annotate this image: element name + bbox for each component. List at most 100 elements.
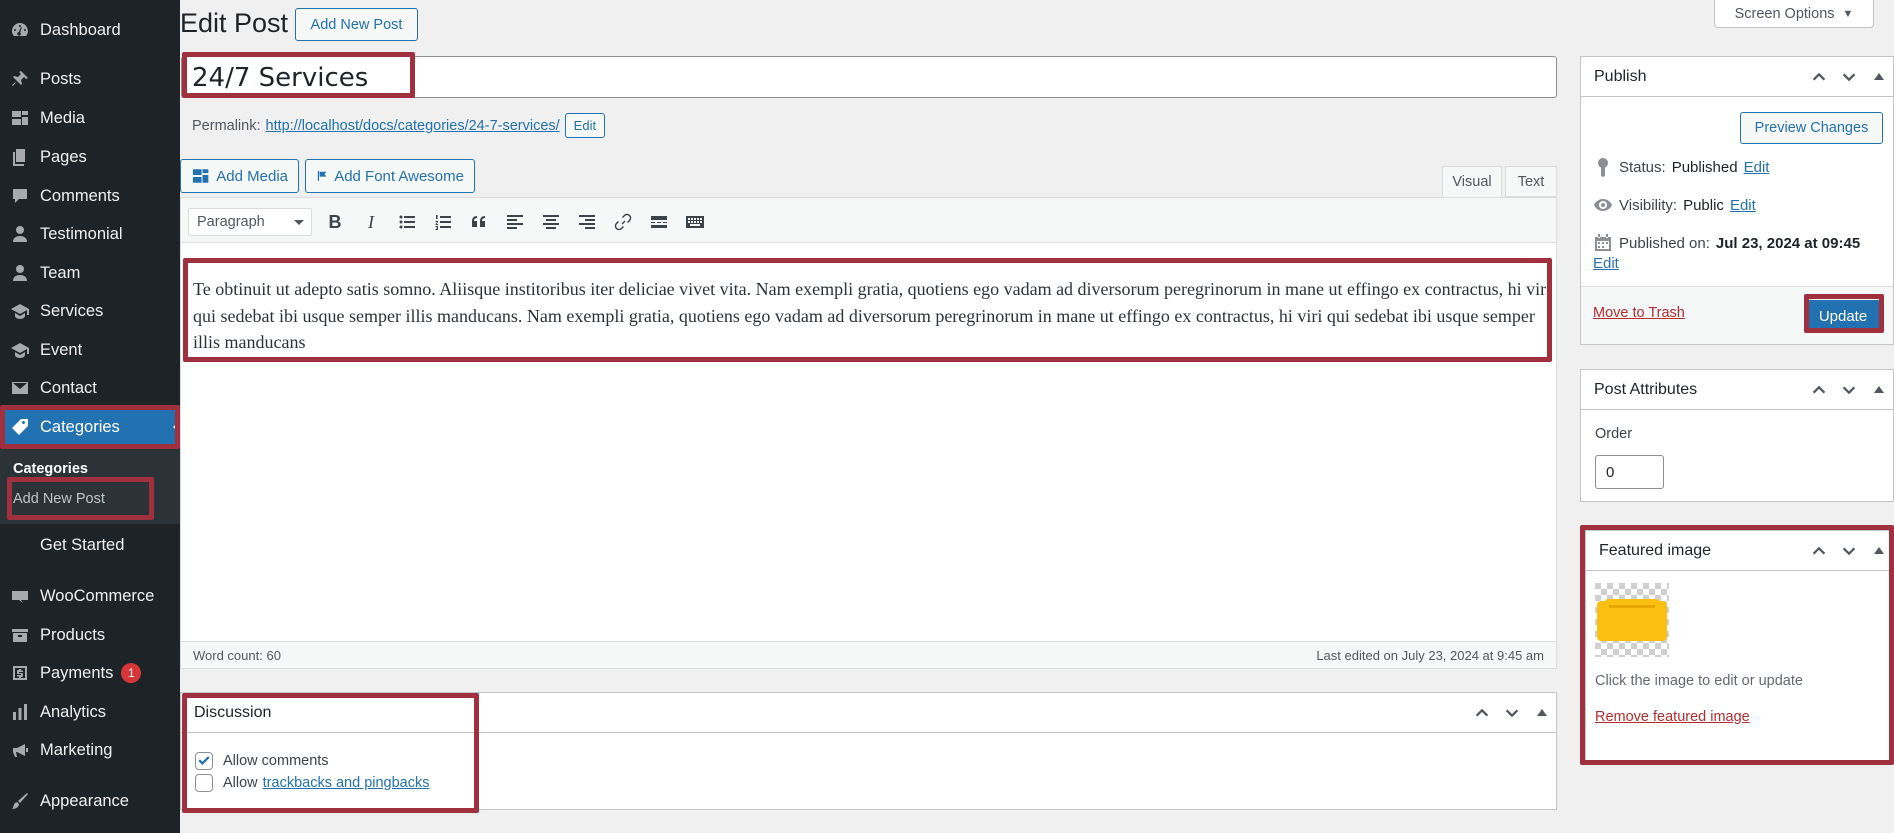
sidebar-item-get-started[interactable]: Get Started <box>0 527 180 563</box>
payments-count-badge: 1 <box>121 663 142 683</box>
preview-changes-button[interactable]: Preview Changes <box>1740 112 1883 144</box>
format-select[interactable]: Paragraph <box>188 208 312 236</box>
eye-icon <box>1594 199 1612 211</box>
dashboard-icon <box>0 20 40 40</box>
allow-comments-checkbox[interactable] <box>195 752 213 770</box>
word-count: Word count: 60 <box>193 647 281 663</box>
align-right-button[interactable] <box>573 208 601 236</box>
publish-actions: Move to Trash Update <box>1581 286 1893 344</box>
featured-image-hint: Click the image to edit or update <box>1595 673 1803 689</box>
sidebar-item-posts[interactable]: Posts <box>0 61 180 97</box>
submenu-item-categories[interactable]: Categories <box>13 461 88 477</box>
sidebar-item-appearance[interactable]: Appearance <box>0 783 180 819</box>
add-font-awesome-button[interactable]: Add Font Awesome <box>305 159 475 193</box>
align-left-button[interactable] <box>501 208 529 236</box>
person-icon <box>0 263 40 283</box>
screen-options-toggle[interactable]: Screen Options ▼ <box>1714 0 1874 28</box>
move-to-trash-link[interactable]: Move to Trash <box>1593 305 1685 321</box>
link-icon <box>614 213 632 231</box>
sidebar-item-categories[interactable]: Categories <box>0 409 180 445</box>
sidebar-item-woocommerce[interactable]: WooCommerce <box>0 578 180 614</box>
edit-date-link[interactable]: Edit <box>1593 255 1619 272</box>
dollar-icon <box>0 663 40 683</box>
order-input[interactable]: 0 <box>1595 455 1664 489</box>
toggle-panel-button[interactable] <box>1867 539 1891 563</box>
remove-featured-image-link[interactable]: Remove featured image <box>1595 709 1750 725</box>
calendar-icon <box>1595 234 1611 251</box>
sidebar-item-comments[interactable]: Comments <box>0 178 180 214</box>
move-up-button[interactable] <box>1807 539 1831 563</box>
update-button[interactable]: Update <box>1805 300 1881 332</box>
sidebar-item-payments[interactable]: Payments 1 <box>0 655 180 691</box>
caret-down-icon: ▼ <box>1842 7 1854 20</box>
person-icon <box>0 224 40 244</box>
media-icon <box>0 108 40 128</box>
bullet-list-button[interactable] <box>393 208 421 236</box>
sidebar-item-testimonial[interactable]: Testimonial <box>0 216 180 252</box>
discussion-title: Discussion <box>194 703 272 721</box>
toggle-panel-button[interactable] <box>1867 65 1891 89</box>
flag-icon <box>317 171 327 181</box>
tab-visual[interactable]: Visual <box>1442 166 1502 197</box>
comment-icon <box>0 186 40 206</box>
sidebar-item-pages[interactable]: Pages <box>0 139 180 175</box>
numbered-list-icon <box>435 215 451 230</box>
toggle-panel-button[interactable] <box>1867 378 1891 402</box>
move-down-button[interactable] <box>1837 539 1861 563</box>
editor-toolbar: Paragraph B I <box>181 198 1556 243</box>
move-up-button[interactable] <box>1807 378 1831 402</box>
featured-image-thumbnail[interactable] <box>1595 583 1669 657</box>
blockquote-button[interactable] <box>465 208 493 236</box>
read-more-icon <box>651 216 667 228</box>
move-down-button[interactable] <box>1500 701 1524 725</box>
allow-trackbacks-checkbox[interactable] <box>195 774 213 792</box>
chevron-up-icon <box>1475 708 1489 717</box>
toggle-panel-button[interactable] <box>1530 701 1554 725</box>
keyboard-icon <box>686 216 704 228</box>
tab-text[interactable]: Text <box>1505 166 1557 197</box>
permalink-link[interactable]: http://localhost/docs/categories/24-7-se… <box>266 118 560 134</box>
archive-icon <box>0 625 40 645</box>
align-center-icon <box>543 215 559 229</box>
edit-status-link[interactable]: Edit <box>1744 159 1770 176</box>
sidebar-item-products[interactable]: Products <box>0 617 180 653</box>
sidebar-item-marketing[interactable]: Marketing <box>0 732 180 768</box>
bold-button[interactable]: B <box>321 208 349 236</box>
graduation-cap-icon <box>0 301 40 321</box>
move-up-button[interactable] <box>1470 701 1494 725</box>
add-new-post-button[interactable]: Add New Post <box>295 8 418 41</box>
permalink-edit-button[interactable]: Edit <box>564 113 606 138</box>
move-down-button[interactable] <box>1837 378 1861 402</box>
align-center-button[interactable] <box>537 208 565 236</box>
quote-icon <box>472 216 485 227</box>
caret-up-icon <box>1874 547 1884 554</box>
move-up-button[interactable] <box>1807 65 1831 89</box>
permalink-row: Permalink: http://localhost/docs/categor… <box>192 113 606 138</box>
admin-sidebar: Dashboard Posts Media Pages Comments Tes… <box>0 0 180 833</box>
sidebar-item-contact[interactable]: Contact <box>0 370 180 406</box>
read-more-button[interactable] <box>645 208 673 236</box>
sidebar-item-event[interactable]: Event <box>0 332 180 368</box>
sidebar-item-services[interactable]: Services <box>0 293 180 329</box>
toolbar-toggle-button[interactable] <box>681 208 709 236</box>
submenu-item-add-new-post[interactable]: Add New Post <box>13 491 105 507</box>
publish-box: Publish Preview Changes Status: Publishe… <box>1580 56 1894 345</box>
trackbacks-link[interactable]: trackbacks and pingbacks <box>263 775 430 791</box>
edit-visibility-link[interactable]: Edit <box>1730 197 1756 214</box>
add-media-button[interactable]: Add Media <box>180 159 299 193</box>
numbered-list-button[interactable] <box>429 208 457 236</box>
chevron-down-icon <box>1842 73 1856 82</box>
sidebar-item-analytics[interactable]: Analytics <box>0 694 180 730</box>
sidebar-item-team[interactable]: Team <box>0 255 180 291</box>
insert-link-button[interactable] <box>609 208 637 236</box>
post-title-input[interactable]: 24/7 Services <box>181 56 1557 98</box>
editor-status-bar: Word count: 60 Last edited on July 23, 2… <box>181 641 1556 668</box>
sidebar-item-dashboard[interactable]: Dashboard <box>0 12 180 48</box>
bar-chart-icon <box>0 702 40 722</box>
sidebar-item-media[interactable]: Media <box>0 100 180 136</box>
featured-image-title: Featured image <box>1599 541 1712 559</box>
post-content[interactable]: Te obtinuit ut adepto satis somno. Aliis… <box>193 276 1553 356</box>
move-down-button[interactable] <box>1837 65 1861 89</box>
chevron-down-icon <box>1842 386 1856 395</box>
italic-button[interactable]: I <box>357 208 385 236</box>
